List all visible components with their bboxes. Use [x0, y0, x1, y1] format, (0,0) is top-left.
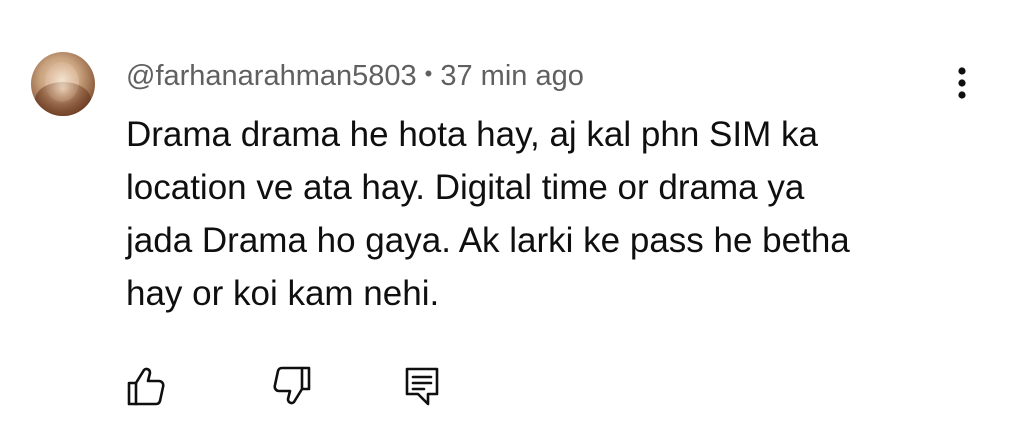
comment-body-line: jada Drama ho gaya. Ak larki ke pass he … — [126, 221, 850, 260]
comment-body-line: hay or koi kam nehi. — [126, 274, 440, 313]
reply-comment-icon — [405, 367, 439, 406]
comment-body-line: Drama drama he hota hay, aj kal phn SIM … — [126, 115, 818, 154]
comment-timestamp[interactable]: 37 min ago — [440, 60, 584, 93]
comment-header: @farhanarahman5803 • 37 min ago — [126, 58, 584, 94]
header-separator: • — [424, 61, 433, 86]
author-handle[interactable]: @farhanarahman5803 — [126, 60, 417, 93]
thumb-up-icon — [127, 367, 165, 406]
avatar[interactable] — [31, 52, 95, 116]
comment-body: Drama drama he hota hay, aj kal phn SIM … — [126, 108, 946, 320]
more-vert-icon-svg — [958, 67, 966, 99]
dislike-button[interactable] — [270, 364, 314, 408]
thumb-down-icon — [273, 366, 311, 405]
reply-button[interactable] — [400, 364, 444, 408]
comment-item: @farhanarahman5803 • 37 min ago Drama dr… — [0, 0, 1024, 431]
avatar-hair — [35, 82, 91, 116]
more-vert-icon[interactable] — [944, 62, 980, 104]
like-button[interactable] — [124, 364, 168, 408]
comment-body-line: location ve ata hay. Digital time or dra… — [126, 168, 805, 207]
